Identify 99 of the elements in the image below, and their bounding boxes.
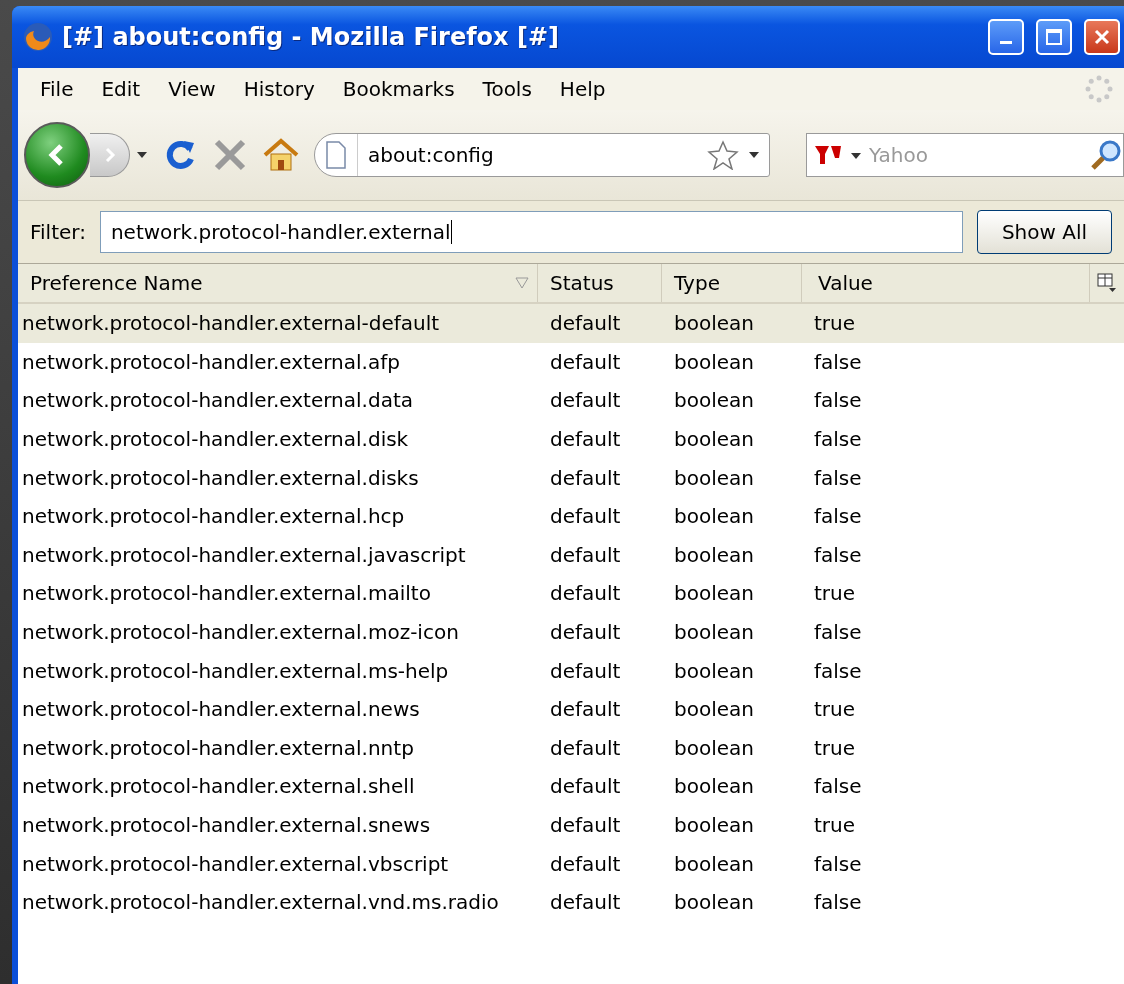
table-cell-text: boolean — [673, 426, 755, 454]
table-cell-text: network.protocol-handler.external.javascript — [21, 541, 467, 569]
table-cell-text: boolean — [673, 387, 755, 415]
table-cell-text: network.protocol-handler.external.disks — [21, 464, 420, 492]
table-cell-text: default — [549, 619, 622, 647]
dropdown-icon[interactable] — [136, 151, 148, 159]
table-cell-text: true — [813, 696, 857, 724]
table-cell-text: default — [549, 464, 622, 492]
table-cell-text: default — [549, 696, 622, 724]
browser-logo-icon — [22, 21, 54, 53]
table-cell-text: default — [549, 310, 622, 338]
menu-item[interactable]: Tools — [468, 77, 546, 101]
menu-item[interactable]: History — [229, 77, 329, 101]
table-cell-text: network.protocol-handler.external.snews — [21, 812, 432, 839]
page-icon — [325, 141, 347, 169]
column-picker-icon[interactable] — [1097, 273, 1117, 293]
table-cell-text: false — [813, 541, 863, 569]
table-cell-text: boolean — [673, 310, 755, 338]
search-icon[interactable] — [1089, 138, 1123, 172]
search-engine-icon[interactable] — [813, 143, 863, 167]
column-header[interactable]: Preference Name — [18, 264, 538, 302]
maximize-icon — [1045, 28, 1063, 46]
table-cell-text: boolean — [673, 657, 755, 685]
menu-item[interactable]: Bookmarks — [328, 77, 469, 101]
table-cell-text: boolean — [673, 812, 755, 839]
filter-label: Filter: — [30, 220, 86, 244]
table-cell-text: boolean — [673, 850, 755, 878]
window-title: [#] about:config - Mozilla Firefox [#] — [62, 23, 560, 51]
forward-button[interactable] — [90, 133, 130, 177]
table-cell-text: network.protocol-handler.external.news — [21, 696, 421, 724]
table-cell-text: boolean — [673, 696, 755, 724]
table-cell-text: default — [549, 812, 622, 839]
table-cell-text: boolean — [673, 734, 755, 762]
menu-item[interactable]: File — [26, 77, 88, 101]
address-bar[interactable]: about:config — [314, 133, 770, 177]
table-cell-text: false — [813, 657, 863, 685]
table-cell-text: default — [549, 734, 622, 762]
table-cell-text: false — [813, 387, 863, 415]
menu-item[interactable]: Edit — [87, 77, 155, 101]
table-cell-text: default — [549, 889, 622, 917]
table-cell-text: network.protocol-handler.external.vnd.ms.radio — [21, 889, 500, 917]
table-cell-text: true — [813, 310, 857, 338]
show-all-button[interactable]: Show All — [976, 210, 1112, 254]
table-row[interactable]: network.protocol-handler.external-default default boolean true — [18, 304, 1124, 343]
table-cell-text: boolean — [673, 464, 755, 492]
dropdown-icon[interactable] — [749, 152, 759, 158]
table-cell-text: default — [549, 541, 622, 569]
table-cell-text: default — [549, 426, 622, 454]
table-cell-text: default — [549, 580, 622, 608]
maximize-button[interactable] — [1036, 19, 1072, 55]
table-cell-text: network.protocol-handler.external.ms-help — [21, 657, 450, 685]
table-cell-text: boolean — [673, 773, 755, 801]
filter-field[interactable]: network.protocol-handler.external — [99, 211, 963, 253]
table-cell-text: network.protocol-handler.external.data — [21, 387, 414, 415]
table-cell-text: default — [549, 657, 622, 685]
table-cell-text: false — [813, 348, 863, 376]
table-cell-text: boolean — [673, 619, 755, 647]
table-cell-text: false — [813, 850, 863, 878]
table-cell-text: false — [813, 773, 863, 801]
table-cell-text: true — [813, 580, 857, 608]
close-icon — [1093, 28, 1111, 46]
table-cell-text: false — [813, 619, 863, 647]
star-icon[interactable] — [707, 140, 739, 170]
table-cell-text: true — [813, 812, 857, 839]
sort-icon — [515, 277, 529, 289]
table-cell-text: network.protocol-handler.external.vbscript — [21, 850, 450, 878]
table-cell-text: default — [549, 503, 622, 531]
table-cell-text: default — [549, 387, 622, 415]
table-cell-text: network.protocol-handler.external.disk — [21, 426, 410, 454]
table-cell-text: boolean — [673, 503, 755, 531]
column-header[interactable]: Status — [538, 264, 662, 302]
table-cell-text: default — [549, 773, 622, 801]
minimize-button[interactable] — [988, 19, 1024, 55]
column-header[interactable]: Type — [662, 264, 802, 302]
column-header[interactable]: Value — [802, 264, 1090, 302]
table-cell-text: network.protocol-handler.external.nntp — [21, 734, 415, 762]
table-cell-text: default — [549, 348, 622, 376]
home-icon[interactable] — [262, 137, 300, 173]
table-cell-text: boolean — [673, 348, 755, 376]
table-cell-text: boolean — [673, 889, 755, 917]
table-cell-text: false — [813, 464, 863, 492]
table-cell-text: false — [813, 426, 863, 454]
table-cell-text: false — [813, 503, 863, 531]
close-button[interactable] — [1084, 19, 1120, 55]
table-cell-text: network.protocol-handler.external.afp — [21, 348, 401, 376]
table-cell-text: false — [813, 889, 863, 917]
table-cell-text: network.protocol-handler.external-default — [21, 310, 441, 338]
table-cell-text: default — [549, 850, 622, 878]
menu-item[interactable]: View — [154, 77, 230, 101]
minimize-icon — [1000, 40, 1012, 44]
table-cell-text: boolean — [673, 580, 755, 608]
table-cell-text: network.protocol-handler.external.mailto — [21, 580, 432, 608]
table-cell-text: network.protocol-handler.external.shell — [21, 773, 416, 801]
table-cell-text: boolean — [673, 541, 755, 569]
menu-item[interactable]: Help — [545, 77, 620, 101]
table-cell-text: true — [813, 734, 857, 762]
throbber-icon — [1084, 74, 1114, 104]
table-cell-text: network.protocol-handler.external.moz-icon — [21, 619, 460, 647]
table-cell-text: network.protocol-handler.external.hcp — [21, 503, 406, 531]
